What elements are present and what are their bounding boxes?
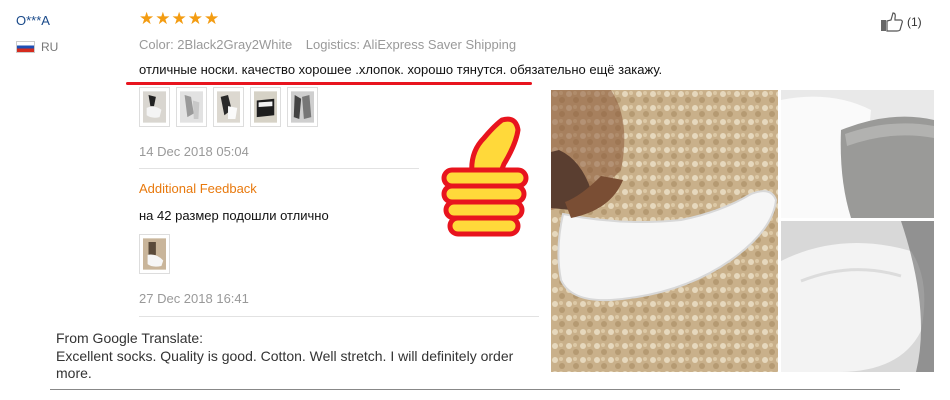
thumbs-up-icon <box>881 12 903 32</box>
reviewer-country: RU <box>16 40 58 54</box>
photo-thumbnail[interactable] <box>176 87 207 127</box>
thumbs-up-graphic-icon <box>441 116 529 237</box>
photo-thumbnail-image <box>143 91 166 123</box>
additional-feedback-text: на 42 размер подошли отлично <box>139 208 329 223</box>
additional-feedback-date: 27 Dec 2018 16:41 <box>139 291 249 306</box>
additional-photo-thumbnails <box>139 234 170 274</box>
bottom-divider <box>50 389 900 390</box>
photo-thumbnail[interactable] <box>287 87 318 127</box>
logistics-info: Logistics: AliExpress Saver Shipping <box>305 37 517 52</box>
order-meta: Color: 2Black2Gray2White Logistics: AliE… <box>139 37 516 52</box>
review-photo-thumbnails <box>139 87 318 127</box>
highlight-underline <box>126 82 532 85</box>
review-text: отличные носки. качество хорошее .хлопок… <box>139 62 663 77</box>
photo-thumbnail-image <box>180 91 203 123</box>
photo-thumbnail[interactable] <box>139 87 170 127</box>
photo-thumbnail[interactable] <box>139 234 170 274</box>
translate-label: From Google Translate: <box>56 330 204 346</box>
photo-thumbnail[interactable] <box>213 87 244 127</box>
reviewer-name[interactable]: O***A <box>16 13 50 28</box>
review-photo-small[interactable] <box>781 90 934 218</box>
photo-thumbnail-image <box>143 238 166 270</box>
russia-flag-icon <box>16 41 35 53</box>
color-info: Color: 2Black2Gray2White <box>139 37 293 52</box>
translated-text: Excellent socks. Quality is good. Cotton… <box>56 348 514 381</box>
photo-thumbnail-image <box>254 91 277 123</box>
photo-thumbnail[interactable] <box>250 87 281 127</box>
review-date: 14 Dec 2018 05:04 <box>139 144 249 159</box>
review-photo-small[interactable] <box>781 221 934 372</box>
country-code: RU <box>41 40 59 54</box>
divider <box>139 316 539 317</box>
review-photo-large[interactable] <box>551 90 778 372</box>
star-icon: ★ <box>187 9 203 28</box>
divider <box>139 168 419 169</box>
star-rating: ★ ★ ★ ★ ★ <box>139 9 219 29</box>
photo-thumbnail-image <box>291 91 314 123</box>
additional-feedback-label: Additional Feedback <box>139 181 257 196</box>
helpful-count: (1) <box>907 15 922 29</box>
star-icon: ★ <box>139 9 155 28</box>
star-icon: ★ <box>204 9 220 28</box>
star-icon: ★ <box>171 9 187 28</box>
star-icon: ★ <box>155 9 171 28</box>
photo-thumbnail-image <box>217 91 240 123</box>
helpful-button[interactable]: (1) <box>880 12 922 32</box>
